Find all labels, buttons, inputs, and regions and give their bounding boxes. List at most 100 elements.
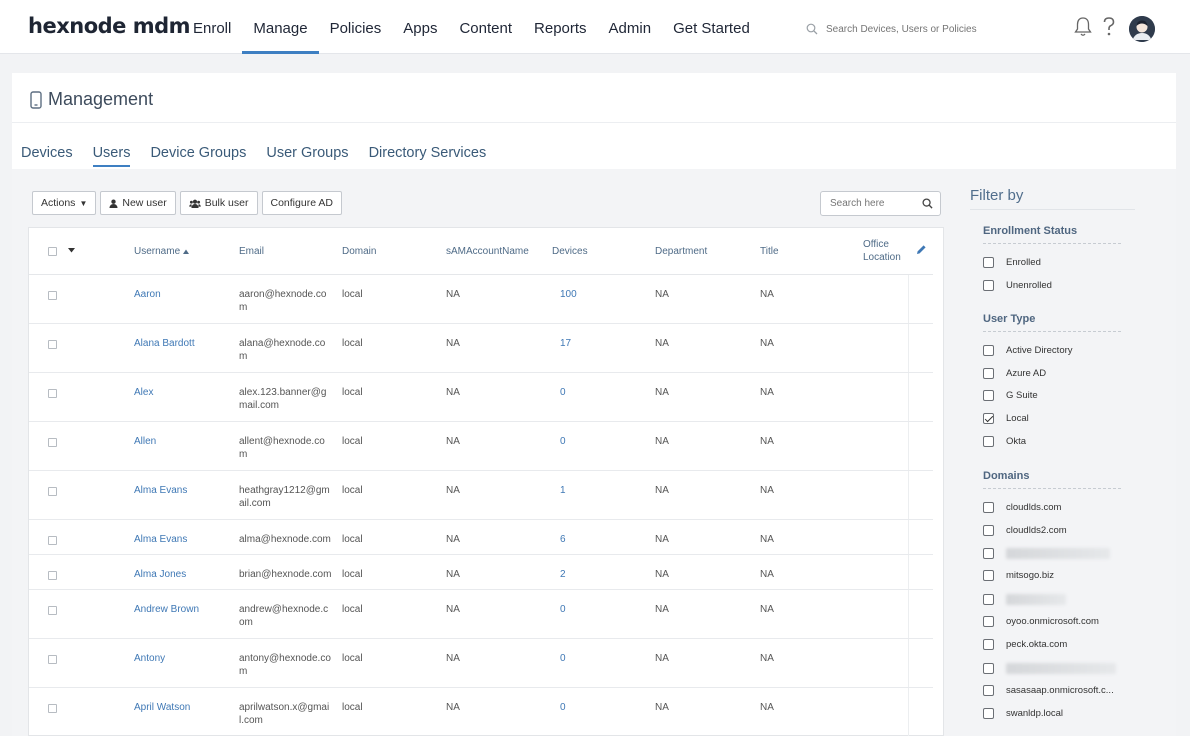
- filter-checkbox[interactable]: [983, 616, 994, 627]
- cell-username[interactable]: Alex: [134, 386, 153, 399]
- tab-directory-services[interactable]: Directory Services: [369, 145, 487, 167]
- table-row[interactable]: April Watson aprilwatson.x@gmai l.com local…: [29, 688, 933, 736]
- filter-checkbox[interactable]: [983, 639, 994, 650]
- filter-checkbox[interactable]: [983, 368, 994, 379]
- filter-option[interactable]: Enrolled: [983, 257, 1041, 268]
- filter-option[interactable]: cloudlds.com: [983, 502, 1061, 513]
- cell-username[interactable]: Andrew Brown: [134, 603, 199, 616]
- cell-devices[interactable]: 17: [560, 337, 571, 350]
- filter-checkbox[interactable]: [983, 525, 994, 536]
- cell-username[interactable]: April Watson: [134, 701, 190, 714]
- cell-devices[interactable]: 0: [560, 603, 566, 616]
- row-checkbox[interactable]: [48, 438, 57, 447]
- table-search-input[interactable]: [830, 198, 920, 209]
- search-icon[interactable]: [922, 198, 933, 209]
- col-domain-header[interactable]: Domain: [342, 228, 376, 274]
- nav-content[interactable]: Content: [448, 0, 523, 54]
- cell-username[interactable]: Aaron: [134, 288, 161, 301]
- new-user-button[interactable]: New user: [100, 191, 176, 215]
- col-username-header[interactable]: Username: [134, 228, 190, 274]
- row-checkbox[interactable]: [48, 571, 57, 580]
- filter-checkbox[interactable]: [983, 502, 994, 513]
- table-row[interactable]: Alma Evans heathgray1212@gm ail.com local NA…: [29, 471, 933, 520]
- cell-username[interactable]: Allen: [134, 435, 156, 448]
- filter-checkbox[interactable]: [983, 548, 994, 559]
- tab-devices[interactable]: Devices: [21, 145, 73, 167]
- cell-username[interactable]: Antony: [134, 652, 165, 665]
- table-row[interactable]: Aaron aaron@hexnode.co m local NA 100 NA NA: [29, 275, 933, 324]
- app-logo[interactable]: hexnode mdm: [28, 14, 191, 38]
- row-checkbox[interactable]: [48, 606, 57, 615]
- cell-devices[interactable]: 6: [560, 533, 566, 546]
- cell-devices[interactable]: 100: [560, 288, 577, 301]
- configure-ad-button[interactable]: Configure AD: [261, 191, 342, 215]
- actions-dropdown-button[interactable]: Actions ▼: [32, 191, 97, 215]
- help-icon[interactable]: [1102, 16, 1116, 38]
- nav-manage[interactable]: Manage: [242, 0, 319, 54]
- col-office-location-header[interactable]: Office Location: [863, 228, 905, 274]
- tab-device-groups[interactable]: Device Groups: [150, 145, 246, 167]
- filter-checkbox[interactable]: [983, 570, 994, 581]
- tab-user-groups[interactable]: User Groups: [266, 145, 348, 167]
- global-search-input[interactable]: [826, 23, 1006, 35]
- cell-devices[interactable]: 1: [560, 484, 566, 497]
- table-row[interactable]: Allen allent@hexnode.co m local NA 0 NA NA: [29, 422, 933, 471]
- cell-devices[interactable]: 0: [560, 701, 566, 714]
- filter-option[interactable]: Local: [983, 413, 1029, 424]
- row-checkbox[interactable]: [48, 487, 57, 496]
- col-devices-header[interactable]: Devices: [552, 228, 588, 274]
- table-row[interactable]: Alana Bardott alana@hexnode.co m local NA 17 N…: [29, 324, 933, 373]
- cell-devices[interactable]: 0: [560, 435, 566, 448]
- table-row[interactable]: Alma Evans alma@hexnode.com local NA 6 NA NA: [29, 520, 933, 555]
- filter-option[interactable]: Okta: [983, 436, 1026, 447]
- nav-reports[interactable]: Reports: [523, 0, 598, 54]
- cell-username[interactable]: Alana Bardott: [134, 337, 195, 350]
- row-checkbox[interactable]: [48, 291, 57, 300]
- row-checkbox[interactable]: [48, 704, 57, 713]
- nav-apps[interactable]: Apps: [392, 0, 448, 54]
- col-samaccountname-header[interactable]: sAMAccountName: [446, 228, 529, 274]
- filter-option[interactable]: Active Directory: [983, 345, 1073, 356]
- filter-option[interactable]: G Suite: [983, 390, 1038, 401]
- cell-devices[interactable]: 0: [560, 386, 566, 399]
- select-all-checkbox[interactable]: [48, 247, 57, 256]
- filter-checkbox[interactable]: [983, 257, 994, 268]
- filter-option[interactable]: swanldp.local: [983, 708, 1063, 719]
- col-email-header[interactable]: Email: [239, 228, 264, 274]
- filter-checkbox[interactable]: [983, 594, 994, 605]
- filter-checkbox[interactable]: [983, 663, 994, 674]
- filter-option[interactable]: Azure AD: [983, 368, 1046, 379]
- cell-devices[interactable]: 2: [560, 568, 566, 581]
- filter-option[interactable]: [983, 594, 1066, 605]
- table-row[interactable]: Alma Jones brian@hexnode.com local NA 2 NA NA: [29, 555, 933, 590]
- filter-checkbox[interactable]: [983, 390, 994, 401]
- row-checkbox[interactable]: [48, 389, 57, 398]
- tab-users[interactable]: Users: [92, 145, 131, 167]
- table-row[interactable]: Andrew Brown andrew@hexnode.c om local NA 0 NA…: [29, 590, 933, 639]
- bell-icon[interactable]: [1074, 16, 1092, 38]
- caret-down-icon[interactable]: [68, 248, 75, 253]
- filter-option[interactable]: peck.okta.com: [983, 639, 1067, 650]
- table-row[interactable]: Antony antony@hexnode.co m local NA 0 NA NA: [29, 639, 933, 688]
- filter-checkbox[interactable]: [983, 345, 994, 356]
- filter-option[interactable]: sasasaap.onmicrosoft.c...: [983, 685, 1114, 696]
- cell-username[interactable]: Alma Evans: [134, 484, 187, 497]
- nav-admin[interactable]: Admin: [598, 0, 663, 54]
- row-checkbox[interactable]: [48, 655, 57, 664]
- filter-checkbox[interactable]: [983, 708, 994, 719]
- row-checkbox[interactable]: [48, 536, 57, 545]
- col-title-header[interactable]: Title: [760, 228, 779, 274]
- filter-checkbox[interactable]: [983, 280, 994, 291]
- nav-enroll[interactable]: Enroll: [182, 0, 242, 54]
- filter-checkbox[interactable]: [983, 413, 994, 424]
- nav-get-started[interactable]: Get Started: [662, 0, 761, 54]
- filter-option[interactable]: [983, 663, 1116, 674]
- edit-columns-icon[interactable]: [916, 244, 927, 255]
- cell-username[interactable]: Alma Jones: [134, 568, 186, 581]
- filter-option[interactable]: oyoo.onmicrosoft.com: [983, 616, 1099, 627]
- filter-option[interactable]: [983, 548, 1110, 559]
- filter-option[interactable]: mitsogo.biz: [983, 570, 1054, 581]
- user-avatar[interactable]: [1129, 16, 1155, 42]
- bulk-user-button[interactable]: Bulk user: [179, 191, 258, 215]
- col-department-header[interactable]: Department: [655, 228, 707, 274]
